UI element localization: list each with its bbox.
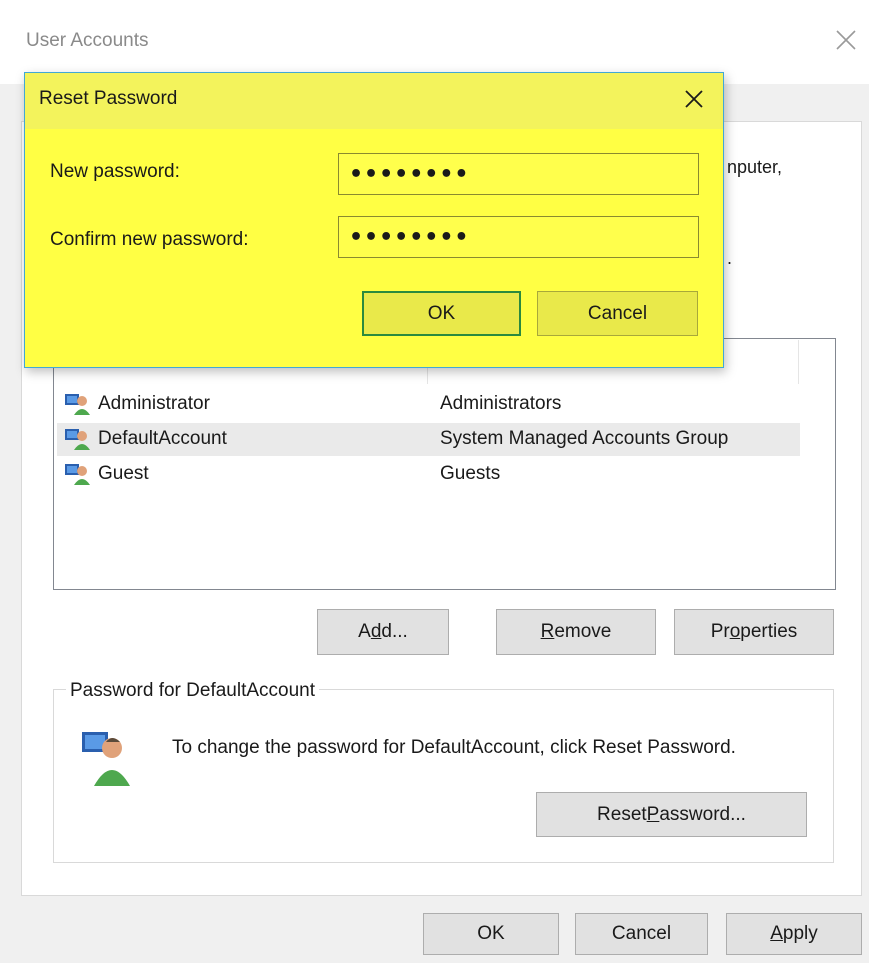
reset-ok-button[interactable]: OK	[362, 291, 521, 336]
password-instruction-text: To change the password for DefaultAccoun…	[172, 737, 736, 758]
confirm-password-input[interactable]: ••••••••	[338, 216, 699, 258]
add-button-mnemonic: d	[370, 621, 382, 642]
main-window-title: User Accounts	[26, 30, 149, 51]
user-name: Administrator	[98, 393, 210, 414]
ok-button[interactable]: OK	[423, 913, 559, 955]
group-name: System Managed Accounts Group	[440, 428, 729, 449]
reset-password-label-pre: Reset	[597, 803, 647, 825]
properties-button-label-pre: Pr	[710, 621, 730, 642]
user-icon	[64, 392, 92, 416]
main-close-icon[interactable]	[834, 28, 858, 52]
cancel-button-label: Cancel	[611, 923, 672, 944]
user-name: DefaultAccount	[98, 428, 227, 449]
apply-button[interactable]: Apply	[726, 913, 862, 955]
new-password-input[interactable]: ••••••••	[338, 153, 699, 195]
partial-description-text: nputer,	[727, 157, 783, 177]
add-button[interactable]: Ad d...	[317, 609, 449, 655]
partial-description-text-2: .	[727, 248, 733, 268]
properties-button-label-post: perties	[740, 621, 798, 642]
reset-password-mnemonic: P	[646, 803, 660, 825]
add-button-label-post: d...	[381, 621, 408, 642]
reset-ok-label: OK	[427, 302, 456, 324]
user-name: Guest	[98, 463, 149, 484]
group-name: Administrators	[440, 393, 562, 414]
reset-cancel-button[interactable]: Cancel	[537, 291, 698, 336]
user-icon	[64, 462, 92, 486]
properties-button-mnemonic: o	[729, 621, 741, 642]
password-group-label: Password for DefaultAccount	[66, 680, 320, 702]
user-avatar-icon	[80, 728, 132, 793]
new-password-label: New password:	[50, 161, 180, 182]
remove-button-mnemonic: R	[540, 621, 555, 642]
list-cell-group: Administrators	[440, 387, 561, 421]
list-item[interactable]: Guest	[64, 457, 149, 491]
confirm-password-label: Confirm new password:	[50, 229, 249, 250]
column-separator	[798, 340, 799, 384]
remove-button-label-post: emove	[554, 621, 612, 642]
ok-button-label: OK	[477, 923, 505, 944]
list-item[interactable]: DefaultAccount	[64, 422, 227, 456]
new-password-value: ••••••••	[349, 161, 470, 187]
apply-button-mnemonic: A	[770, 923, 783, 944]
list-item[interactable]: Administrator	[64, 387, 210, 421]
apply-button-label-post: pply	[782, 923, 818, 944]
reset-password-button[interactable]: Reset Password...	[536, 792, 807, 837]
group-name: Guests	[440, 463, 501, 484]
properties-button[interactable]: Pr o perties	[674, 609, 834, 655]
list-cell-group: Guests	[440, 457, 500, 491]
reset-cancel-label: Cancel	[587, 302, 648, 324]
reset-password-label-post: assword...	[659, 803, 746, 825]
cancel-button[interactable]: Cancel	[575, 913, 708, 955]
reset-dialog-close-icon[interactable]	[683, 88, 705, 110]
reset-dialog-title: Reset Password	[39, 88, 178, 109]
user-icon	[64, 427, 92, 451]
remove-button[interactable]: Remove	[496, 609, 656, 655]
list-cell-group: System Managed Accounts Group	[440, 422, 728, 456]
add-button-label-pre: A	[358, 621, 371, 642]
confirm-password-value: ••••••••	[349, 224, 470, 250]
